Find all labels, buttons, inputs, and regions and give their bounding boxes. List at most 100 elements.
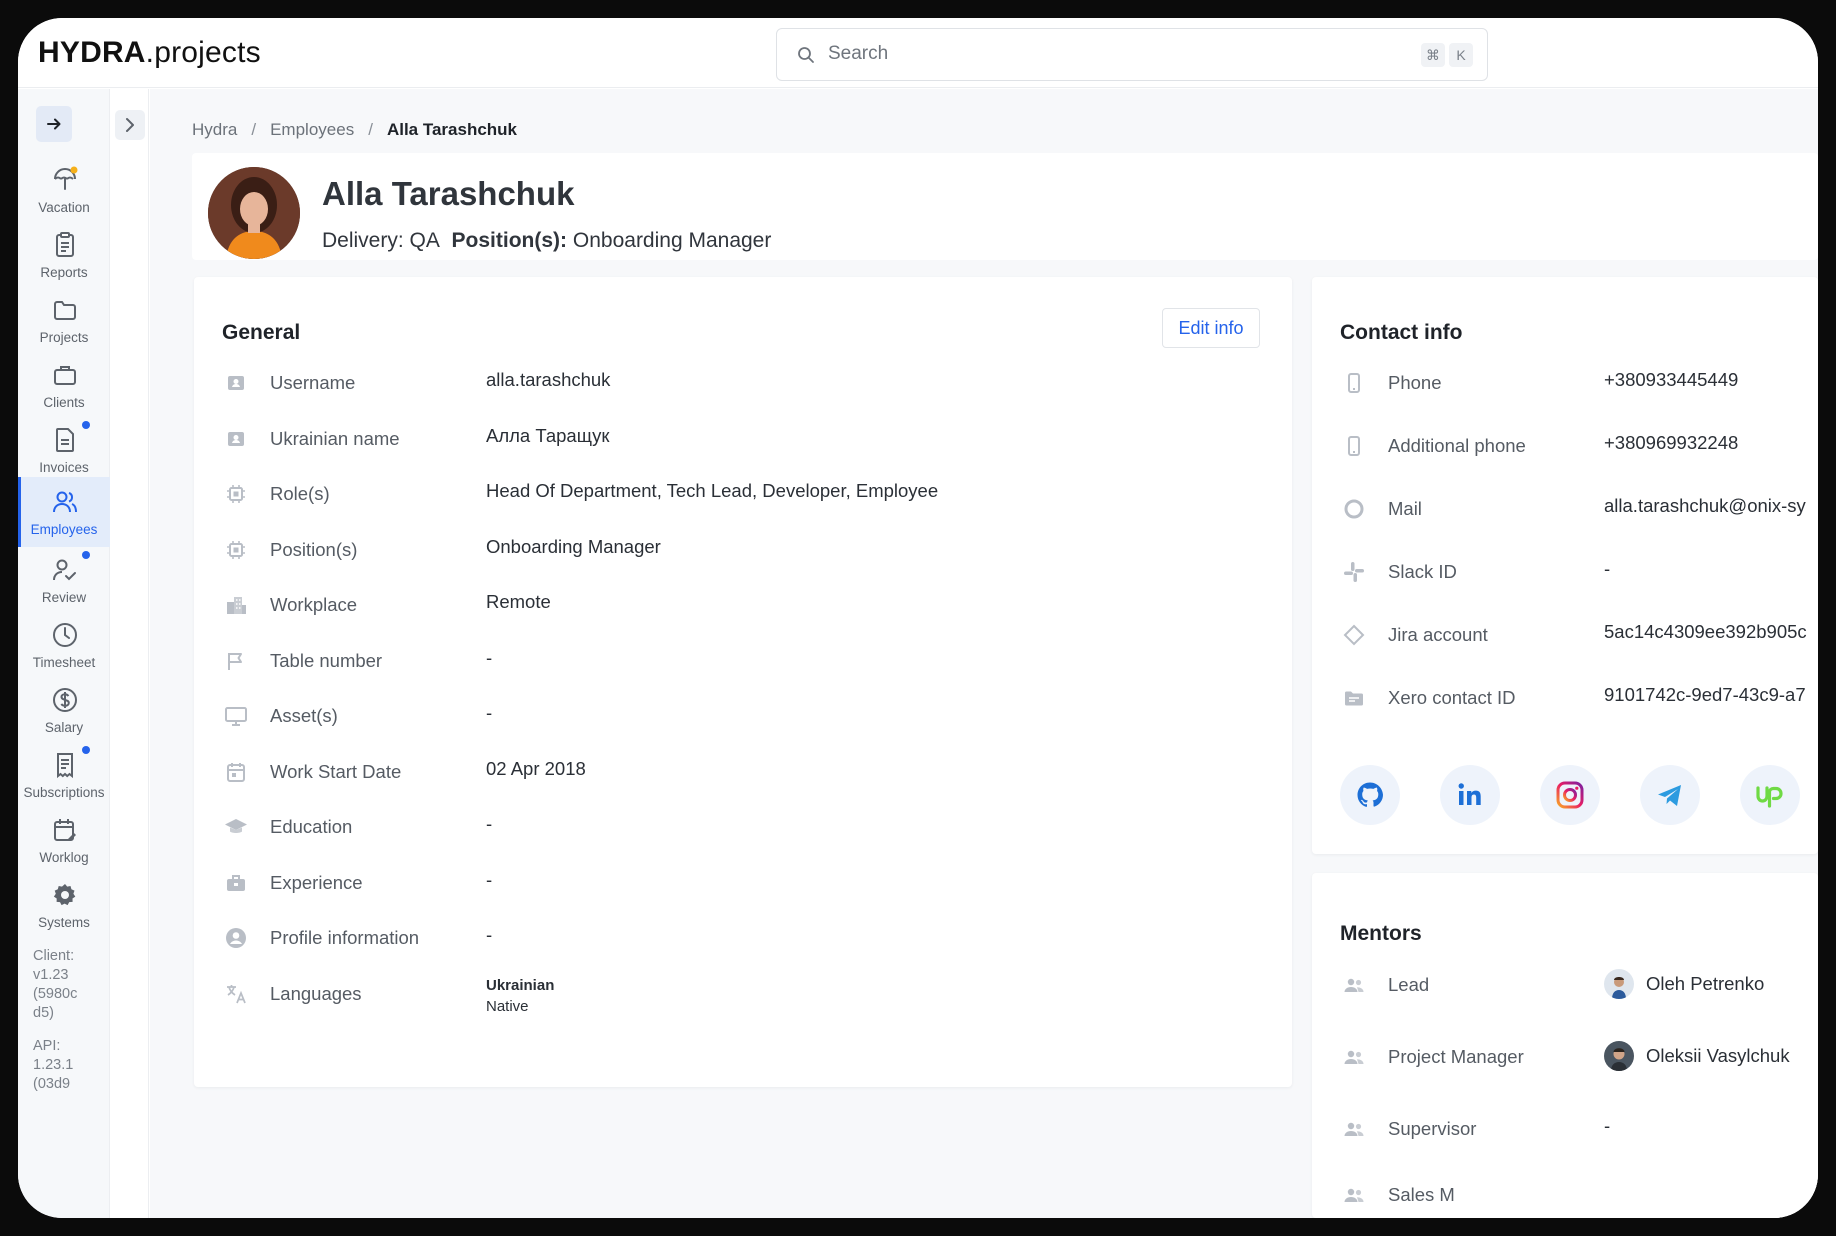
notification-badge xyxy=(82,746,90,754)
shortcut-cmd-key: ⌘ xyxy=(1421,43,1445,67)
general-card: General Edit info Username alla.tarashch… xyxy=(194,277,1292,1087)
profile-name: Alla Tarashchuk xyxy=(322,175,575,212)
sidebar-item-vacation[interactable]: Vacation xyxy=(18,159,110,229)
language-name: Ukrainian xyxy=(486,977,555,994)
contact-value: 9101742c-9ed7-43c9-a7 xyxy=(1604,684,1806,705)
upwork-link[interactable] xyxy=(1740,765,1800,825)
top-bar: HYDRA.projects Search ⌘ K xyxy=(18,18,1818,88)
instagram-link[interactable] xyxy=(1540,765,1600,825)
sidebar-item-label: Vacation xyxy=(38,200,90,215)
profile-header: Alla Tarashchuk Delivery: QA Position(s)… xyxy=(192,153,1818,260)
info-value: Remote xyxy=(486,591,551,612)
sidebar-item-label: Salary xyxy=(44,720,84,735)
info-row-assets: Asset(s) - xyxy=(194,698,1292,734)
contact-value[interactable]: +380933445449 xyxy=(1604,369,1738,391)
flag-icon xyxy=(228,653,242,670)
delivery-value: QA xyxy=(409,229,440,252)
client-version: Client: v1.23 (5980c d5) xyxy=(33,948,78,1021)
linkedin-link[interactable] xyxy=(1440,765,1500,825)
sidebar-item-timesheet[interactable]: Timesheet xyxy=(18,614,110,684)
app-logo[interactable]: HYDRA.projects xyxy=(38,36,261,70)
graduation-cap-icon xyxy=(225,819,247,833)
info-value: 02 Apr 2018 xyxy=(486,758,586,779)
sidebar-item-salary[interactable]: Salary xyxy=(18,679,110,749)
people-icon xyxy=(1344,1122,1364,1136)
contact-value[interactable]: alla.tarashchuk@onix-sy xyxy=(1604,495,1806,517)
breadcrumb: Hydra / Employees / Alla Tarashchuk xyxy=(192,120,531,140)
sidebar-item-label: Clients xyxy=(43,395,85,410)
sidebar-item-label: Systems xyxy=(38,915,90,930)
profile-subtitle: Delivery: QA Position(s): Onboarding Man… xyxy=(322,229,771,253)
telegram-link[interactable] xyxy=(1640,765,1700,825)
contact-row-additional-phone: Additional phone +380969932248 xyxy=(1312,428,1818,464)
app-window: HYDRA.projects Search ⌘ K Vacation Repor… xyxy=(18,18,1818,1218)
secondary-panel xyxy=(111,89,149,1218)
edit-info-button[interactable]: Edit info xyxy=(1162,308,1260,348)
info-row-profile-information: Profile information - xyxy=(194,920,1292,956)
contact-info-card: Contact info Phone +380933445449 Additio… xyxy=(1312,277,1818,854)
telegram-icon xyxy=(1658,785,1681,806)
sidebar-item-systems[interactable]: Systems xyxy=(18,874,110,944)
folder-icon xyxy=(1345,691,1363,706)
contact-value[interactable]: +380969932248 xyxy=(1604,432,1738,454)
sidebar: Vacation Reports Projects Clients Invoic… xyxy=(18,89,110,1218)
sidebar-item-label: Projects xyxy=(39,330,89,345)
mentor-name[interactable]: Oleh Petrenko xyxy=(1646,973,1764,995)
contact-value: - xyxy=(1604,558,1611,579)
notification-badge xyxy=(82,551,90,559)
phone-icon xyxy=(1348,436,1360,456)
user-check-icon xyxy=(53,559,76,581)
sidebar-item-subscriptions[interactable]: Subscriptions xyxy=(18,744,110,814)
contact-row-mail: Mail alla.tarashchuk@onix-sy xyxy=(1312,491,1818,527)
sidebar-toggle-button[interactable] xyxy=(36,106,72,142)
mentor-avatar xyxy=(1604,969,1634,999)
upwork-icon xyxy=(1756,786,1783,808)
breadcrumb-employees[interactable]: Employees xyxy=(270,120,354,139)
sidebar-item-review[interactable]: Review xyxy=(18,549,110,619)
sidebar-item-label: Review xyxy=(41,590,87,605)
mentor-label: Supervisor xyxy=(1388,1118,1477,1139)
breadcrumb-separator: / xyxy=(368,120,373,139)
info-row-ukrainian-name: Ukrainian name Алла Таращук xyxy=(194,421,1292,457)
people-icon xyxy=(1344,978,1364,992)
breadcrumb-separator: / xyxy=(251,120,257,139)
contact-row-xero-contact-id: Xero contact ID 9101742c-9ed7-43c9-a7 xyxy=(1312,680,1818,716)
contact-label: Xero contact ID xyxy=(1388,687,1516,708)
dollar-icon xyxy=(53,688,77,712)
sidebar-item-projects[interactable]: Projects xyxy=(18,289,110,359)
info-row-work-start-date: Work Start Date 02 Apr 2018 xyxy=(194,754,1292,790)
info-value: - xyxy=(486,647,493,668)
sidebar-item-worklog[interactable]: Worklog xyxy=(18,809,110,879)
mentor-name[interactable]: Oleksii Vasylchuk xyxy=(1646,1045,1790,1067)
mentor-avatar xyxy=(1604,1041,1634,1071)
sidebar-item-employees[interactable]: Employees xyxy=(18,477,110,547)
github-icon xyxy=(1357,782,1383,807)
sidebar-item-clients[interactable]: Clients xyxy=(18,354,110,424)
folder-icon xyxy=(54,301,76,320)
sidebar-item-reports[interactable]: Reports xyxy=(18,224,110,294)
sidebar-item-label: Invoices xyxy=(39,460,89,475)
linkedin-icon xyxy=(1458,783,1481,805)
search-input[interactable]: Search ⌘ K xyxy=(776,28,1488,81)
mentor-row-sales-manager: Sales M xyxy=(1312,1177,1818,1213)
slack-icon xyxy=(1344,562,1364,582)
expand-panel-button[interactable] xyxy=(115,110,145,140)
sidebar-item-label: Timesheet xyxy=(32,655,96,670)
suitcase-icon xyxy=(227,875,245,891)
general-title: General xyxy=(222,321,301,344)
document-icon xyxy=(56,428,74,452)
jira-icon xyxy=(1343,624,1365,646)
info-label: Ukrainian name xyxy=(270,428,400,449)
notification-badge xyxy=(82,421,90,429)
search-placeholder: Search xyxy=(828,43,889,64)
info-label: Username xyxy=(270,372,356,393)
info-label: Role(s) xyxy=(270,483,330,504)
breadcrumb-hydra[interactable]: Hydra xyxy=(192,120,237,139)
user-circle-icon xyxy=(226,928,246,948)
github-link[interactable] xyxy=(1340,765,1400,825)
position-value: Onboarding Manager xyxy=(572,229,772,252)
people-icon xyxy=(1344,1188,1364,1202)
info-value: alla.tarashchuk xyxy=(486,369,611,390)
info-row-roles: Role(s) Head Of Department, Tech Lead, D… xyxy=(194,476,1292,512)
people-icon xyxy=(1344,1050,1364,1064)
